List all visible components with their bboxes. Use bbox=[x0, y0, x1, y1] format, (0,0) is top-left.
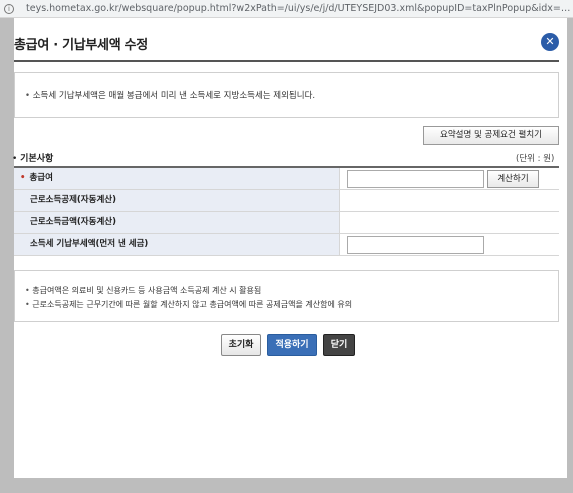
value-total-salary: 계산하기 bbox=[341, 168, 559, 189]
close-icon[interactable]: ✕ bbox=[541, 33, 559, 51]
label-total-salary-text: 총급여 bbox=[29, 173, 53, 183]
apply-button[interactable]: 적용하기 bbox=[267, 334, 317, 356]
value-earned-income-amount bbox=[341, 212, 559, 233]
overlay-bottom bbox=[0, 478, 573, 493]
note-item: 총급여액은 의료비 및 신용카드 등 사용금액 소득공제 계산 시 활용됨 bbox=[25, 285, 261, 296]
prepaid-tax-input[interactable] bbox=[347, 236, 484, 254]
info-icon[interactable]: i bbox=[4, 3, 14, 14]
overlay-left bbox=[0, 18, 14, 493]
unit-text: (단위 : 원) bbox=[516, 154, 555, 164]
label-total-salary: • 총급여 bbox=[14, 168, 340, 189]
form-row-earned-income-amount: 근로소득금액(자동계산) bbox=[14, 212, 559, 234]
popup-title: 총급여 · 기납부세액 수정 bbox=[14, 38, 148, 53]
calculate-button[interactable]: 계산하기 bbox=[487, 170, 539, 188]
url-text: teys.hometax.go.kr/websquare/popup.html?… bbox=[26, 3, 573, 14]
total-salary-input[interactable] bbox=[347, 170, 484, 188]
section-title: 기본사항 bbox=[12, 151, 53, 164]
popup-header: 총급여 · 기납부세액 수정 ✕ bbox=[14, 18, 567, 60]
note-item: 근로소득공제는 근무기간에 따른 월할 계산하지 않고 총급여액에 따른 공제금… bbox=[25, 299, 352, 310]
value-earned-income-deduction bbox=[341, 190, 559, 211]
required-mark: • bbox=[20, 173, 26, 183]
header-divider bbox=[14, 60, 559, 62]
value-prepaid-tax bbox=[341, 234, 559, 255]
close-button[interactable]: 닫기 bbox=[323, 334, 355, 356]
guide-expand-button[interactable]: 요약설명 및 공제요건 펼치기 bbox=[423, 126, 559, 145]
overlay-right bbox=[567, 18, 573, 493]
notes-box: 총급여액은 의료비 및 신용카드 등 사용금액 소득공제 계산 시 활용됨 근로… bbox=[14, 270, 559, 322]
form-row-total-salary: • 총급여 계산하기 bbox=[14, 168, 559, 190]
form-row-earned-income-deduction: 근로소득공제(자동계산) bbox=[14, 190, 559, 212]
notice-box: 소득세 기납부세액은 매월 봉급에서 미리 낸 소득세로 지방소득세는 제외됩니… bbox=[14, 72, 559, 118]
notice-text: 소득세 기납부세액은 매월 봉급에서 미리 낸 소득세로 지방소득세는 제외됩니… bbox=[25, 89, 315, 101]
label-earned-income-deduction: 근로소득공제(자동계산) bbox=[14, 190, 340, 211]
form-table: • 총급여 계산하기 근로소득공제(자동계산) 근로소득금액(자동계산) 소득세 … bbox=[14, 166, 559, 256]
label-earned-income-amount: 근로소득금액(자동계산) bbox=[14, 212, 340, 233]
reset-button[interactable]: 초기화 bbox=[221, 334, 261, 356]
form-row-prepaid-tax: 소득세 기납부세액(먼저 낸 세금) bbox=[14, 234, 559, 256]
popup-dialog: 총급여 · 기납부세액 수정 ✕ 소득세 기납부세액은 매월 봉급에서 미리 낸… bbox=[14, 18, 567, 478]
browser-address-bar[interactable]: i teys.hometax.go.kr/websquare/popup.htm… bbox=[0, 0, 573, 18]
label-prepaid-tax: 소득세 기납부세액(먼저 낸 세금) bbox=[14, 234, 340, 255]
